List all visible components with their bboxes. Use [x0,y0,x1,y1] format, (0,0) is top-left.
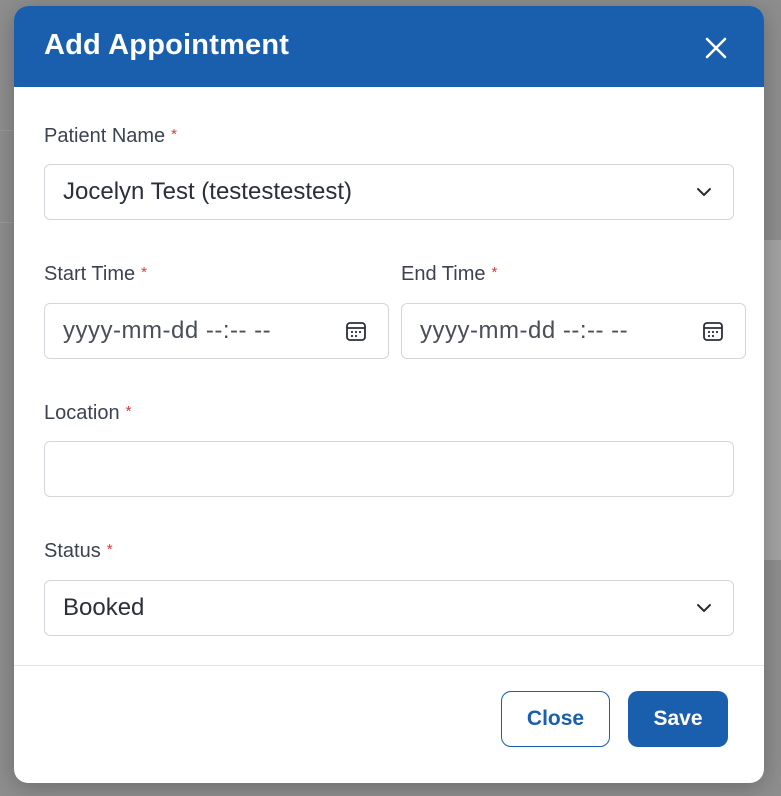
required-mark: * [125,403,132,420]
close-button[interactable]: Close [501,691,610,747]
end-time-label-text: End Time [401,263,486,285]
add-appointment-modal: Add Appointment Patient Name * Jocelyn Te… [14,6,764,783]
required-mark: * [171,126,178,143]
end-time-input[interactable]: yyyy-mm-dd --:-- -- [401,303,746,359]
start-time-label-text: Start Time [44,263,136,285]
required-mark: * [491,264,498,281]
patient-name-label-text: Patient Name [44,125,166,147]
chevron-down-icon [697,604,711,612]
chevron-down-icon [697,188,711,196]
calendar-icon[interactable] [701,319,725,343]
calendar-icon[interactable] [344,319,368,343]
status-value: Booked [63,594,145,621]
start-time-input[interactable]: yyyy-mm-dd --:-- -- [44,303,389,359]
footer-divider [14,665,764,666]
location-label: Location * [44,402,131,425]
close-icon[interactable] [704,36,728,60]
location-label-text: Location [44,402,120,424]
backdrop-panel [761,240,781,560]
patient-name-label: Patient Name * [44,125,177,148]
required-mark: * [106,541,113,558]
start-time-label: Start Time * [44,263,147,286]
required-mark: * [141,264,147,281]
patient-name-value: Jocelyn Test (testestestest) [63,178,353,205]
start-time-placeholder: yyyy-mm-dd --:-- -- [63,317,272,344]
status-label: Status * [44,540,113,563]
modal-title: Add Appointment [44,29,290,61]
patient-name-select[interactable]: Jocelyn Test (testestestest) [44,164,734,220]
save-button[interactable]: Save [628,691,728,747]
location-input[interactable] [44,441,734,497]
status-label-text: Status [44,540,101,562]
end-time-placeholder: yyyy-mm-dd --:-- -- [420,317,629,344]
modal-header: Add Appointment [14,6,764,87]
status-select[interactable]: Booked [44,580,734,636]
end-time-label: End Time * [401,263,497,286]
